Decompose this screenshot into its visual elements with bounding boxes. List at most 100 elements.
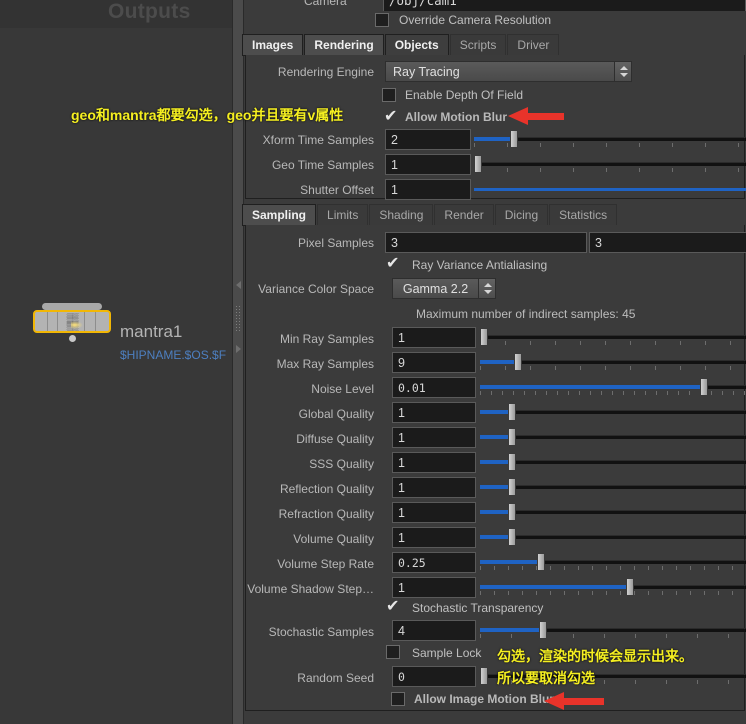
splitter-grip-icon[interactable] xyxy=(235,305,242,333)
slider-thumb[interactable] xyxy=(514,353,522,371)
volume-quality-field[interactable]: 1 xyxy=(392,527,476,548)
node-divider xyxy=(57,312,58,331)
slider-thumb[interactable] xyxy=(508,528,516,546)
slider-thumb[interactable] xyxy=(480,667,488,685)
shutter-offset-label: Shutter Offset xyxy=(300,183,374,197)
geo-time-samples-slider[interactable] xyxy=(474,154,746,175)
node-mantra1[interactable]: ▒▒▒▒ xyxy=(33,303,111,342)
sub-tabs[interactable]: Sampling Limits Shading Render Dicing St… xyxy=(242,204,744,226)
rendering-engine-dropdown[interactable]: Ray Tracing xyxy=(385,61,632,82)
max-ray-samples-slider[interactable] xyxy=(480,352,746,373)
global-quality-label: Global Quality xyxy=(298,407,374,421)
pixel-samples-x-field[interactable]: 3 xyxy=(385,232,587,253)
slider-thumb[interactable] xyxy=(508,478,516,496)
annotation-bottom-note-line1: 勾选，渲染的时候会显示出来。 xyxy=(497,648,693,664)
volume-step-rate-field[interactable]: 0.25 xyxy=(392,552,476,573)
reflection-quality-field[interactable]: 1 xyxy=(392,477,476,498)
slider-thumb[interactable] xyxy=(480,328,488,346)
tab-sampling[interactable]: Sampling xyxy=(242,204,317,225)
tab-rendering[interactable]: Rendering xyxy=(304,34,384,55)
enable-depth-of-field-checkbox[interactable] xyxy=(382,88,396,102)
chevron-updown-icon[interactable] xyxy=(614,62,631,81)
sample-lock-checkbox[interactable] xyxy=(386,645,400,659)
node-body[interactable]: ▒▒▒▒ xyxy=(33,310,111,333)
shutter-offset-field[interactable]: 1 xyxy=(385,179,471,200)
chevron-updown-icon[interactable] xyxy=(478,279,495,298)
volume-shadow-step-field[interactable]: 1 xyxy=(392,577,476,598)
variance-color-space-value: Gamma 2.2 xyxy=(402,281,469,296)
global-quality-field[interactable]: 1 xyxy=(392,402,476,423)
network-title: Outputs xyxy=(108,0,191,23)
ray-variance-antialiasing-checkbox[interactable] xyxy=(386,253,400,273)
volume-quality-slider[interactable] xyxy=(480,527,746,548)
stochastic-transparency-checkbox[interactable] xyxy=(386,596,400,616)
diffuse-quality-slider[interactable] xyxy=(480,427,746,448)
geo-time-samples-label: Geo Time Samples xyxy=(271,158,374,172)
refraction-quality-slider[interactable] xyxy=(480,502,746,523)
camera-label: Camera xyxy=(304,0,347,8)
tab-scripts[interactable]: Scripts xyxy=(449,34,507,55)
refraction-quality-field[interactable]: 1 xyxy=(392,502,476,523)
min-ray-samples-slider[interactable] xyxy=(480,327,746,348)
stochastic-samples-label: Stochastic Samples xyxy=(268,625,374,639)
variance-color-space-dropdown[interactable]: Gamma 2.2 xyxy=(392,278,496,299)
tab-driver[interactable]: Driver xyxy=(507,34,560,55)
splitter-collapse-left-icon[interactable] xyxy=(236,281,241,289)
rendering-engine-value: Ray Tracing xyxy=(393,64,460,79)
shutter-offset-slider[interactable] xyxy=(474,179,746,200)
diffuse-quality-field[interactable]: 1 xyxy=(392,427,476,448)
slider-thumb[interactable] xyxy=(508,453,516,471)
reflection-quality-slider[interactable] xyxy=(480,477,746,498)
slider-thumb[interactable] xyxy=(700,378,708,396)
tab-limits[interactable]: Limits xyxy=(317,204,369,225)
stochastic-samples-slider[interactable] xyxy=(480,620,746,641)
pixel-samples-y-field[interactable]: 3 xyxy=(589,232,746,253)
tab-images[interactable]: Images xyxy=(242,34,304,55)
sample-lock-label: Sample Lock xyxy=(412,646,482,660)
slider-thumb[interactable] xyxy=(508,503,516,521)
splitter-collapse-right-icon[interactable] xyxy=(236,345,241,353)
tab-render[interactable]: Render xyxy=(434,204,494,225)
volume-step-rate-slider[interactable] xyxy=(480,552,746,573)
ray-variance-antialiasing-label: Ray Variance Antialiasing xyxy=(412,258,548,272)
max-ray-samples-label: Max Ray Samples xyxy=(276,357,374,371)
slider-thumb[interactable] xyxy=(508,403,516,421)
slider-thumb[interactable] xyxy=(626,578,634,596)
override-camera-resolution-checkbox[interactable] xyxy=(375,13,389,27)
geo-time-samples-field[interactable]: 1 xyxy=(385,154,471,175)
slider-thumb[interactable] xyxy=(508,428,516,446)
slider-thumb[interactable] xyxy=(539,621,547,639)
allow-image-motion-blur-checkbox[interactable] xyxy=(391,692,405,706)
noise-level-field[interactable]: 0.01 xyxy=(392,377,476,398)
slider-thumb[interactable] xyxy=(474,155,482,173)
tab-dicing[interactable]: Dicing xyxy=(494,204,549,225)
tab-objects[interactable]: Objects xyxy=(384,34,449,55)
node-flag-bar[interactable] xyxy=(42,303,102,310)
reflection-quality-label: Reflection Quality xyxy=(279,482,374,496)
xform-time-samples-field[interactable]: 2 xyxy=(385,129,471,150)
allow-image-motion-blur-label: Allow Image Motion Blur xyxy=(414,692,554,706)
main-tabs[interactable]: Images Rendering Objects Scripts Driver xyxy=(242,34,744,56)
global-quality-slider[interactable] xyxy=(480,402,746,423)
slider-thumb[interactable] xyxy=(537,553,545,571)
tab-statistics[interactable]: Statistics xyxy=(549,204,618,225)
node-output-connector[interactable] xyxy=(69,335,76,342)
sss-quality-slider[interactable] xyxy=(480,452,746,473)
stochastic-samples-field[interactable]: 4 xyxy=(392,620,476,641)
slider-thumb[interactable] xyxy=(510,130,518,148)
volume-step-rate-label: Volume Step Rate xyxy=(277,557,374,571)
sss-quality-field[interactable]: 1 xyxy=(392,452,476,473)
random-seed-label: Random Seed xyxy=(297,671,374,685)
min-ray-samples-field[interactable]: 1 xyxy=(392,327,476,348)
tab-shading[interactable]: Shading xyxy=(369,204,434,225)
allow-motion-blur-checkbox[interactable] xyxy=(384,106,398,126)
houdini-window: Outputs ▒▒▒▒ mantra1 $HIPNAME.$OS.$F xyxy=(0,0,746,724)
volume-shadow-step-slider[interactable] xyxy=(480,577,746,598)
camera-field[interactable]: /obj/cam1 xyxy=(383,0,746,11)
node-divider xyxy=(95,312,96,331)
xform-time-samples-slider[interactable] xyxy=(474,129,746,150)
noise-level-slider[interactable] xyxy=(480,377,746,398)
max-ray-samples-field[interactable]: 9 xyxy=(392,352,476,373)
annotation-top-note: geo和mantra都要勾选，geo并且要有v属性 xyxy=(71,107,344,123)
random-seed-field[interactable]: 0 xyxy=(392,666,476,687)
